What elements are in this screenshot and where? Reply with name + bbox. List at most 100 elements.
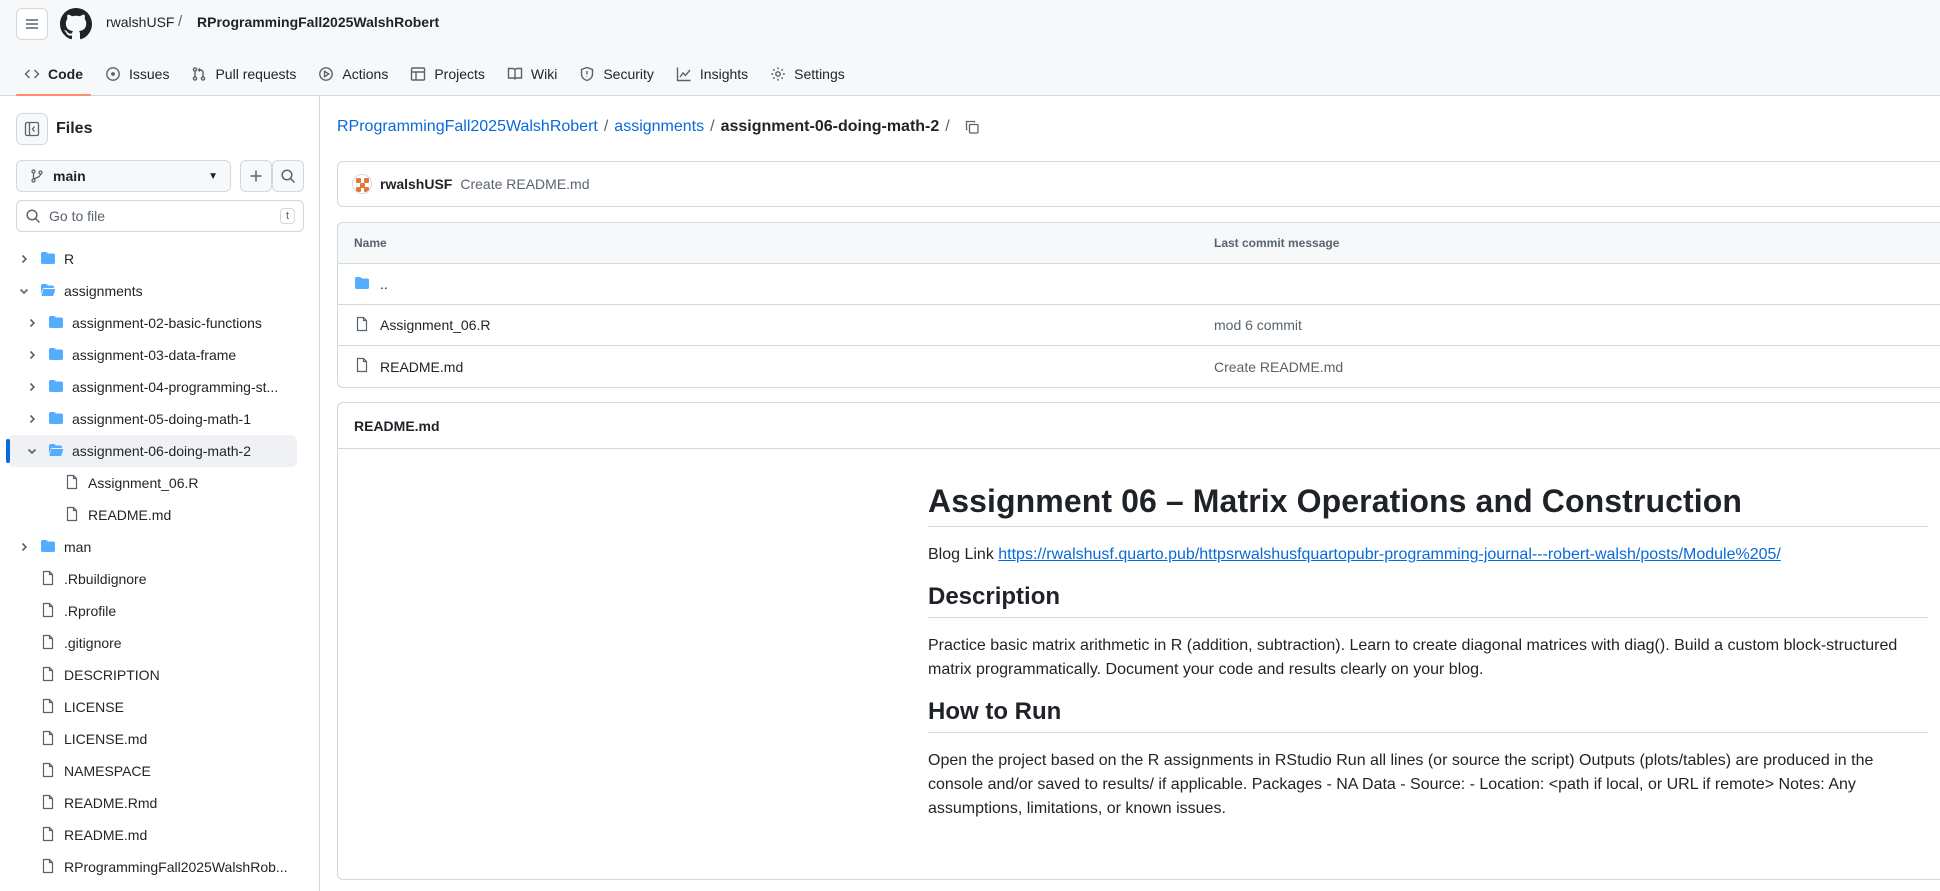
table-header: Name Last commit message (338, 223, 1940, 264)
tree-item-label: assignment-02-basic-functions (72, 315, 262, 331)
tree-file-item[interactable]: README.md (0, 499, 320, 531)
tree-file-item[interactable]: DESCRIPTION (0, 659, 320, 691)
file-link[interactable]: Assignment_06.R (380, 317, 491, 333)
tab-settings[interactable]: Settings (762, 56, 853, 92)
avatar[interactable] (352, 174, 372, 194)
file-icon (40, 570, 56, 589)
tab-code[interactable]: Code (16, 56, 91, 96)
table-row[interactable]: Assignment_06.R mod 6 commit (338, 305, 1940, 346)
how-to-run-text: Open the project based on the R assignme… (928, 752, 1874, 817)
commit-message-cell[interactable]: Create README.md (1214, 359, 1343, 375)
tree-folder-item[interactable]: assignment-04-programming-st... (0, 371, 320, 403)
commit-message-cell[interactable]: mod 6 commit (1214, 317, 1302, 333)
folder-open-icon (40, 282, 56, 301)
commit-message[interactable]: Create README.md (460, 176, 589, 192)
tree-file-item[interactable]: .gitignore (0, 627, 320, 659)
tree-item-label: man (64, 539, 92, 555)
chevron-right-icon[interactable] (24, 379, 40, 395)
files-heading: Files (56, 120, 93, 137)
search-icon (281, 169, 296, 184)
tree-item-label: README.md (88, 507, 172, 523)
readme-filename[interactable]: README.md (338, 403, 1940, 449)
parent-directory-link[interactable]: .. (380, 276, 388, 292)
chevron-down-icon[interactable] (16, 283, 32, 299)
tree-file-item[interactable]: Assignment_06.R (0, 467, 320, 499)
latest-commit-bar: rwalshUSF Create README.md (337, 161, 1940, 207)
tree-folder-item[interactable]: assignment-03-data-frame (0, 339, 320, 371)
tab-issues[interactable]: Issues (97, 56, 177, 92)
file-icon (40, 634, 56, 653)
file-icon (40, 666, 56, 685)
tab-label: Projects (434, 66, 485, 82)
breadcrumb: RProgrammingFall2025WalshRobert / assign… (337, 118, 980, 136)
repo-owner-link[interactable]: rwalshUSF (106, 14, 174, 30)
blog-link[interactable]: https://rwalshusf.quarto.pub/httpsrwalsh… (998, 546, 1781, 563)
github-logo-icon[interactable] (60, 8, 92, 40)
tree-folder-item[interactable]: R (0, 243, 320, 275)
table-row[interactable]: .. (338, 264, 1940, 305)
chevron-right-icon[interactable] (16, 539, 32, 555)
tree-item-label: R (64, 251, 75, 267)
tree-file-item[interactable]: README.Rmd (0, 787, 320, 819)
tab-actions[interactable]: Actions (310, 56, 396, 92)
search-files-button[interactable] (272, 160, 304, 192)
tree-folder-item[interactable]: man (0, 531, 320, 563)
tab-projects[interactable]: Projects (402, 56, 493, 92)
repo-name-link[interactable]: RProgrammingFall2025WalshRobert (197, 14, 439, 30)
file-icon (40, 602, 56, 621)
breadcrumb-current: assignment-06-doing-math-2 (720, 118, 940, 135)
tab-label: Actions (342, 66, 389, 82)
tab-label: Pull requests (215, 66, 297, 82)
chevron-right-icon[interactable] (24, 315, 40, 331)
folder-icon (48, 410, 64, 429)
how-to-run-heading: How to Run (928, 698, 1928, 733)
chevron-right-icon[interactable] (24, 347, 40, 363)
tree-file-item[interactable]: RProgrammingFall2025WalshRob... (0, 851, 320, 883)
tree-file-item[interactable]: NAMESPACE (0, 755, 320, 787)
file-icon (354, 316, 370, 335)
tab-label: Wiki (530, 66, 558, 82)
tree-item-label: assignment-04-programming-st... (72, 379, 279, 395)
copy-path-button[interactable] (964, 119, 980, 135)
table-icon (411, 67, 426, 81)
tree-item-label: assignment-05-doing-math-1 (72, 411, 251, 427)
tab-security[interactable]: Security (571, 56, 662, 92)
breadcrumb-folder-link[interactable]: assignments (614, 118, 704, 136)
chevron-down-icon[interactable] (24, 443, 40, 459)
tree-file-item[interactable]: .Rbuildignore (0, 563, 320, 595)
tree-folder-item[interactable]: assignments (0, 275, 320, 307)
directory-listing: Name Last commit message .. Assignment_0… (337, 222, 1940, 388)
tree-item-label: .Rprofile (64, 603, 117, 619)
add-file-button[interactable] (240, 160, 272, 192)
branch-selector[interactable]: main ▼ (16, 160, 231, 192)
column-header-name: Name (354, 236, 387, 250)
commit-author[interactable]: rwalshUSF (380, 176, 452, 192)
tab-pull-requests[interactable]: Pull requests (183, 56, 304, 92)
file-link[interactable]: README.md (380, 359, 463, 375)
gear-icon (771, 67, 785, 81)
breadcrumb-repo-link[interactable]: RProgrammingFall2025WalshRobert (337, 118, 598, 136)
tab-insights[interactable]: Insights (668, 56, 756, 92)
tree-folder-item[interactable]: assignment-06-doing-math-2 (6, 435, 297, 467)
tree-file-item[interactable]: README.md (0, 819, 320, 851)
table-row[interactable]: README.md Create README.md (338, 346, 1940, 387)
menu-button[interactable] (16, 8, 48, 40)
shield-icon (581, 66, 594, 82)
go-to-file-input[interactable]: Go to file t (16, 200, 304, 232)
tree-file-item[interactable]: LICENSE (0, 691, 320, 723)
collapse-sidebar-button[interactable] (16, 113, 48, 145)
sidebar-collapse-icon (24, 121, 40, 137)
tree-file-item[interactable]: .Rprofile (0, 595, 320, 627)
folder-icon (40, 250, 56, 269)
chevron-right-icon[interactable] (24, 411, 40, 427)
tab-wiki[interactable]: Wiki (499, 56, 565, 92)
tree-item-label: RProgrammingFall2025WalshRob... (64, 859, 288, 875)
tab-label: Settings (794, 66, 845, 82)
tree-folder-item[interactable]: assignment-05-doing-math-1 (0, 403, 320, 435)
tree-file-item[interactable]: LICENSE.md (0, 723, 320, 755)
tree-folder-item[interactable]: assignment-02-basic-functions (0, 307, 320, 339)
repo-tabs: Code Issues Pull requests Actions Projec… (16, 56, 859, 96)
file-icon (64, 474, 80, 493)
file-icon (40, 858, 56, 877)
chevron-right-icon[interactable] (16, 251, 32, 267)
